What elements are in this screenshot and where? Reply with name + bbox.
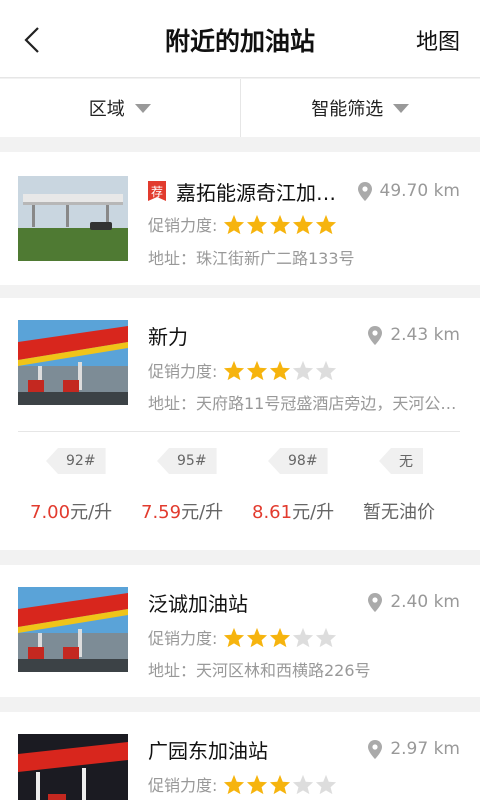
station-name-row: 泛诚加油站 2.40 km bbox=[148, 587, 460, 617]
star-filled-icon bbox=[316, 214, 337, 234]
star-filled-icon bbox=[224, 627, 245, 647]
star-empty-icon bbox=[316, 360, 337, 380]
area-filter[interactable]: 区域 bbox=[0, 79, 240, 137]
fuel-grade-tag: 92# bbox=[46, 448, 106, 474]
fuel-price-item: 92# 7.00元/升 bbox=[30, 448, 141, 524]
price-value: 7.00 bbox=[30, 502, 71, 523]
rating-stars bbox=[223, 627, 338, 648]
station-name: 广园东加油站 bbox=[148, 738, 268, 763]
star-empty-icon bbox=[293, 774, 314, 794]
star-filled-icon bbox=[270, 774, 291, 794]
station-name-row: 新力 2.43 km bbox=[148, 320, 460, 350]
rating-stars bbox=[223, 360, 338, 381]
location-pin-icon bbox=[357, 181, 372, 201]
promo-label: 促销力度: bbox=[148, 776, 218, 795]
station-thumbnail bbox=[18, 320, 128, 405]
station-name: 嘉拓能源奇江加油站 bbox=[176, 180, 348, 205]
star-empty-icon bbox=[316, 627, 337, 647]
station-name: 新力 bbox=[148, 324, 188, 349]
map-button[interactable]: 地图 bbox=[416, 24, 460, 56]
price-unit: 元/升 bbox=[70, 502, 113, 523]
distance-value: 2.40 km bbox=[390, 592, 460, 612]
station-name: 泛诚加油站 bbox=[148, 591, 248, 616]
star-filled-icon bbox=[224, 774, 245, 794]
rating-stars bbox=[223, 214, 338, 235]
caret-down-icon bbox=[134, 103, 151, 113]
star-filled-icon bbox=[247, 774, 268, 794]
star-empty-icon bbox=[316, 774, 337, 794]
fuel-price: 7.59元/升 bbox=[141, 498, 223, 524]
promo-label: 促销力度: bbox=[148, 216, 218, 235]
distance-value: 49.70 km bbox=[379, 181, 460, 201]
star-filled-icon bbox=[247, 360, 268, 380]
promo-label: 促销力度: bbox=[148, 629, 218, 648]
fuel-grade-tag: 95# bbox=[157, 448, 217, 474]
fuel-grade-tag: 无 bbox=[379, 448, 423, 474]
price-value: 8.61 bbox=[252, 502, 293, 523]
promo-row: 促销力度: bbox=[148, 772, 338, 796]
station-thumbnail bbox=[18, 734, 128, 800]
star-filled-icon bbox=[224, 360, 245, 380]
station-thumbnail bbox=[18, 587, 128, 672]
distance-value: 2.43 km bbox=[390, 325, 460, 345]
promo-row: 促销力度: bbox=[148, 212, 338, 236]
fuel-price: 7.00元/升 bbox=[30, 498, 112, 524]
caret-down-icon bbox=[393, 103, 410, 113]
star-filled-icon bbox=[270, 214, 291, 234]
station-card[interactable]: 广园东加油站 2.97 km 促销力度: bbox=[0, 712, 480, 800]
station-card[interactable]: 泛诚加油站 2.40 km 促销力度: 地址：天河区林和西横路226号 bbox=[0, 565, 480, 697]
price-value: 7.59 bbox=[141, 502, 182, 523]
rating-stars bbox=[223, 774, 338, 795]
station-address: 地址：珠江街新广二路133号 bbox=[148, 249, 355, 268]
station-distance: 2.97 km bbox=[368, 739, 460, 759]
smart-filter[interactable]: 智能筛选 bbox=[239, 79, 480, 137]
fuel-grade-tag: 98# bbox=[268, 448, 328, 474]
star-filled-icon bbox=[270, 360, 291, 380]
app-header: 附近的加油站 地图 bbox=[0, 0, 480, 78]
station-thumbnail bbox=[18, 176, 128, 261]
recommended-badge: 荐 bbox=[148, 181, 166, 201]
area-filter-label: 区域 bbox=[88, 99, 125, 120]
promo-row: 促销力度: bbox=[148, 625, 338, 649]
station-distance: 2.40 km bbox=[368, 592, 460, 612]
price-unit: 暂无油价 bbox=[363, 502, 435, 523]
fuel-price-item: 98# 8.61元/升 bbox=[252, 448, 363, 524]
star-filled-icon bbox=[247, 627, 268, 647]
distance-value: 2.97 km bbox=[390, 739, 460, 759]
station-card[interactable]: 新力 2.43 km 促销力度: 地址：天府路11号冠盛酒店旁边，天河公园附近 … bbox=[0, 298, 480, 550]
station-distance: 2.43 km bbox=[368, 325, 460, 345]
station-address: 地址：天河区林和西横路226号 bbox=[148, 661, 371, 680]
divider bbox=[18, 431, 460, 432]
fuel-price-item: 95# 7.59元/升 bbox=[141, 448, 252, 524]
price-unit: 元/升 bbox=[181, 502, 224, 523]
star-filled-icon bbox=[224, 214, 245, 234]
location-pin-icon bbox=[368, 592, 383, 612]
fuel-price-item: 无 暂无油价 bbox=[363, 448, 474, 524]
location-pin-icon bbox=[368, 325, 383, 345]
page-title: 附近的加油站 bbox=[164, 27, 315, 56]
star-filled-icon bbox=[270, 627, 291, 647]
star-filled-icon bbox=[247, 214, 268, 234]
star-empty-icon bbox=[293, 360, 314, 380]
fuel-price: 暂无油价 bbox=[363, 498, 435, 524]
star-empty-icon bbox=[293, 627, 314, 647]
fuel-price-grid: 92# 7.00元/升 95# 7.59元/升 98# 8.61元/升 无 暂无… bbox=[0, 448, 480, 524]
price-unit: 元/升 bbox=[292, 502, 335, 523]
star-filled-icon bbox=[293, 214, 314, 234]
station-address: 地址：天府路11号冠盛酒店旁边，天河公园附近 bbox=[148, 394, 460, 413]
filter-bar: 区域 智能筛选 bbox=[0, 79, 480, 137]
station-name-row: 荐 嘉拓能源奇江加油站 49.70 km bbox=[148, 176, 460, 206]
smart-filter-label: 智能筛选 bbox=[311, 99, 384, 120]
fuel-price: 8.61元/升 bbox=[252, 498, 334, 524]
station-distance: 49.70 km bbox=[357, 181, 460, 201]
station-name-row: 广园东加油站 2.97 km bbox=[148, 734, 460, 764]
station-card[interactable]: 荐 嘉拓能源奇江加油站 49.70 km 促销力度: 地址：珠江街新广二路133… bbox=[0, 152, 480, 285]
promo-label: 促销力度: bbox=[148, 362, 218, 381]
location-pin-icon bbox=[368, 739, 383, 759]
promo-row: 促销力度: bbox=[148, 358, 338, 382]
